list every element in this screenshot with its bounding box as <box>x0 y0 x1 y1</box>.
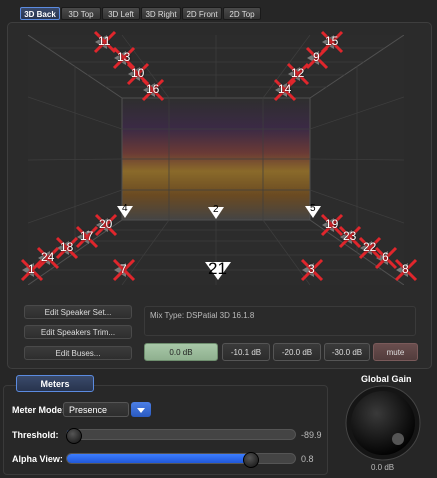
speaker-1-label: 1 <box>28 262 35 276</box>
edit-buses-button[interactable]: Edit Buses... <box>24 346 132 360</box>
threshold-slider-thumb[interactable] <box>65 428 82 444</box>
speaker-11-label: 11 <box>98 34 111 48</box>
speaker-3-label: 3 <box>308 262 315 276</box>
speaker-20-label: 20 <box>99 217 113 231</box>
speaker-14-label: 14 <box>278 82 292 96</box>
speaker-7-label: 7 <box>120 262 127 276</box>
speaker-17-label: 17 <box>80 229 94 243</box>
alpha-view-label: Alpha View: <box>12 454 63 464</box>
alpha-view-slider-fill <box>67 454 250 463</box>
threshold-value: -89.9 <box>301 430 322 440</box>
db-minus30-button[interactable]: -30.0 dB <box>324 343 370 361</box>
global-gain-value: 0.0 dB <box>371 463 395 472</box>
db-0-button[interactable]: 0.0 dB <box>144 343 218 361</box>
speaker-9-label: 9 <box>313 50 320 64</box>
speaker-2-label: 2 <box>213 204 219 215</box>
mute-button[interactable]: mute <box>373 343 418 361</box>
tab-3d-back[interactable]: 3D Back <box>20 7 60 20</box>
speaker-15-label: 15 <box>325 34 339 48</box>
speaker-23-label: 23 <box>343 229 357 243</box>
alpha-view-value: 0.8 <box>301 454 314 464</box>
speaker-13-label: 13 <box>117 50 131 64</box>
chevron-down-icon <box>137 408 145 413</box>
mix-type-box: Mix Type: DSPatial 3D 16.1.8 <box>144 306 416 336</box>
meter-mode-select[interactable]: Presence <box>63 402 129 417</box>
speaker-19-label: 19 <box>325 217 339 231</box>
edit-speakers-trim-button[interactable]: Edit Speakers Trim... <box>24 325 132 339</box>
meter-mode-dropdown-button[interactable] <box>131 402 151 417</box>
threshold-label: Threshold: <box>12 430 59 440</box>
db-minus10-button[interactable]: -10.1 dB <box>222 343 270 361</box>
speaker-6-label: 6 <box>382 250 389 264</box>
tab-meters[interactable]: Meters <box>16 375 94 392</box>
speaker-22-label: 22 <box>363 240 377 254</box>
tab-3d-top[interactable]: 3D Top <box>61 7 101 20</box>
speaker-16-label: 16 <box>146 82 160 96</box>
tab-2d-front[interactable]: 2D Front <box>182 7 222 20</box>
speaker-5-label: 5 <box>310 203 316 214</box>
view-tabs: 3D Back 3D Top 3D Left 3D Right 2D Front… <box>0 0 437 22</box>
speaker-8-label: 8 <box>402 262 409 276</box>
tab-3d-right[interactable]: 3D Right <box>141 7 181 20</box>
speaker-4-label: 4 <box>122 203 128 214</box>
edit-speaker-set-button[interactable]: Edit Speaker Set... <box>24 305 132 319</box>
global-gain-label: Global Gain <box>361 374 412 384</box>
mix-type-text: Mix Type: DSPatial 3D 16.1.8 <box>150 311 255 320</box>
db-minus20-button[interactable]: -20.0 dB <box>273 343 321 361</box>
meter-mode-value: Presence <box>69 405 108 415</box>
tab-3d-left[interactable]: 3D Left <box>102 7 140 20</box>
speaker-24-label: 24 <box>41 250 55 264</box>
speaker-21-label: 21 <box>208 259 227 278</box>
speaker-18-label: 18 <box>60 240 74 254</box>
meter-mode-label: Meter Mode: <box>12 405 66 415</box>
tab-2d-top[interactable]: 2D Top <box>223 7 261 20</box>
alpha-view-slider[interactable] <box>66 453 296 464</box>
threshold-slider[interactable] <box>66 429 296 440</box>
alpha-view-slider-thumb[interactable] <box>243 452 259 468</box>
global-gain-knob[interactable] <box>345 385 421 461</box>
